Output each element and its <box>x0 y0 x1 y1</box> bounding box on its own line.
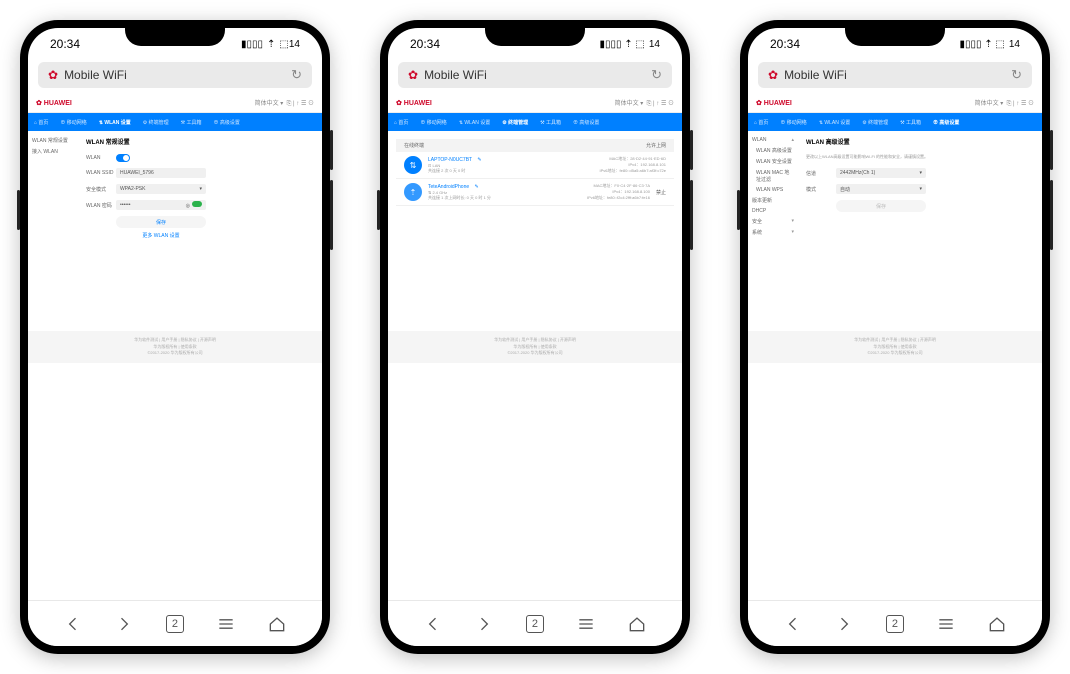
phone-1: 20:34 ▮▯▯▯ ⇡ ⬚14 ✿ Mobile WiFi ↻ ✿ HUAWE… <box>20 20 330 654</box>
channel-select[interactable]: 2442MHz(Ch 1)▾ <box>836 168 926 178</box>
sidebar-system[interactable]: 系统▾ <box>752 229 794 236</box>
nav-devices[interactable]: ⚙ 终端管理 <box>496 119 534 126</box>
device-name[interactable]: TeteAndroidPhone <box>428 184 469 190</box>
nav-home[interactable]: ⌂ 首页 <box>748 119 774 126</box>
edit-icon[interactable]: ✎ <box>475 184 479 190</box>
nav-tools[interactable]: ⚒ 工具箱 <box>894 119 927 126</box>
security-label: 安全模式 <box>86 186 116 193</box>
nav-stats[interactable]: ⊕ 移动网络 <box>774 119 812 126</box>
app-header: ✿ HUAWEI 简体中文 ▾ ⎘ | ↑ ☰ ⊙ <box>28 94 322 113</box>
usb-icon: ⇅ <box>404 156 422 174</box>
nav-wlan[interactable]: ⇅ WLAN 设置 <box>93 119 137 126</box>
phone-2: 20:34 ▮▯▯▯ ⇡ ⬚14 ✿ Mobile WiFi ↻ ✿ HUAWE… <box>380 20 690 654</box>
device-name[interactable]: LAPTOP-N0UC7BT <box>428 157 472 163</box>
home-icon[interactable] <box>626 613 648 635</box>
ssid-label: WLAN SSID <box>86 170 116 176</box>
panel-title: WLAN 常规设置 <box>86 137 314 146</box>
sidebar-security[interactable]: 安全▾ <box>752 218 794 225</box>
url-bar[interactable]: ✿ Mobile WiFi ↻ <box>758 62 1032 88</box>
nav-home[interactable]: ⌂ 首页 <box>28 119 54 126</box>
nav-stats[interactable]: ⊕ 移动网络 <box>414 119 452 126</box>
save-button[interactable]: 保存 <box>836 200 926 212</box>
forward-icon[interactable] <box>833 613 855 635</box>
signal-icon: ▮▯▯▯ <box>241 39 263 50</box>
time: 20:34 <box>410 37 440 51</box>
device-row-2: ⇡ TeteAndroidPhone ✎ ⇅ 2.4 GHz 共连接 1 次上网… <box>396 179 674 206</box>
edit-icon[interactable]: ✎ <box>477 157 481 163</box>
sidebar-wlan-mac[interactable]: WLAN MAC 地址过滤 <box>752 169 794 183</box>
header-tools[interactable]: 简体中文 ▾ ⎘ | ↑ ☰ ⊙ <box>255 98 314 108</box>
sidebar-item-wlan-basic[interactable]: WLAN 常规设置 <box>32 137 74 144</box>
nav-tools[interactable]: ⚒ 工具箱 <box>175 119 208 126</box>
reload-icon[interactable]: ↻ <box>651 67 662 83</box>
huawei-logo-icon: ✿ <box>48 68 58 82</box>
back-icon[interactable] <box>62 613 84 635</box>
ssid-input[interactable]: HUAWEI_5796 <box>116 168 206 178</box>
device-table-header: 在线终端允许上网 <box>396 139 674 152</box>
sidebar-update[interactable]: 版本更新 <box>752 197 794 204</box>
save-button[interactable]: 保存 <box>116 216 206 228</box>
nav-home[interactable]: ⌂ 首页 <box>388 119 414 126</box>
sidebar-wlan-sec[interactable]: WLAN 安全设置 <box>752 158 794 165</box>
back-icon[interactable] <box>782 613 804 635</box>
page-title: Mobile WiFi <box>64 68 127 82</box>
strength-badge <box>192 201 202 207</box>
wifi-icon: ⇡ <box>404 183 422 201</box>
menu-icon[interactable] <box>575 613 597 635</box>
nav-advanced[interactable]: ⊕ 高级设置 <box>208 119 246 126</box>
block-button[interactable]: 禁止 <box>656 189 666 196</box>
tabs-button[interactable]: 2 <box>524 613 546 635</box>
nav-devices[interactable]: ⚙ 终端管理 <box>856 119 894 126</box>
tabs-button[interactable]: 2 <box>884 613 906 635</box>
nav-devices[interactable]: ⚙ 终端管理 <box>137 119 175 126</box>
reload-icon[interactable]: ↻ <box>291 67 302 83</box>
sidebar-dhcp[interactable]: DHCP <box>752 208 794 214</box>
forward-icon[interactable] <box>113 613 135 635</box>
more-wlan-link[interactable]: 更多 WLAN 设置 <box>116 232 206 239</box>
brand: ✿ HUAWEI <box>36 99 72 107</box>
home-icon[interactable] <box>266 613 288 635</box>
panel-desc: 更改以上WLAN高级设置可能影响Wi-Fi 的性能和安全，请谨慎设置。 <box>806 154 1034 160</box>
sidebar: WLAN 常规设置 接入 WLAN <box>28 131 78 245</box>
eye-icon[interactable]: ◎ <box>186 203 190 209</box>
home-icon[interactable] <box>986 613 1008 635</box>
reload-icon[interactable]: ↻ <box>1011 67 1022 83</box>
nav-tools[interactable]: ⚒ 工具箱 <box>534 119 567 126</box>
channel-label: 信道 <box>806 170 836 177</box>
password-input[interactable]: •••••• ◎ <box>116 200 206 210</box>
nav-advanced[interactable]: ⊕ 高级设置 <box>567 119 605 126</box>
mode-label: 模式 <box>806 186 836 193</box>
password-label: WLAN 密码 <box>86 202 116 209</box>
nav-wlan[interactable]: ⇅ WLAN 设置 <box>813 119 856 126</box>
tabs-button[interactable]: 2 <box>164 613 186 635</box>
sidebar-wlan[interactable]: WLAN▴ <box>752 137 794 143</box>
nav-advanced[interactable]: ⊕ 高级设置 <box>927 119 965 126</box>
nav-wlan[interactable]: ⇅ WLAN 设置 <box>453 119 496 126</box>
wlan-label: WLAN <box>86 155 116 161</box>
url-bar[interactable]: ✿ Mobile WiFi ↻ <box>38 62 312 88</box>
sidebar-item-wlan-access[interactable]: 接入 WLAN <box>32 148 74 155</box>
status-icons: ▮▯▯▯ ⇡ ⬚14 <box>241 39 300 50</box>
menu-icon[interactable] <box>215 613 237 635</box>
browser-nav: 2 <box>28 600 322 646</box>
forward-icon[interactable] <box>473 613 495 635</box>
wifi-icon: ⇡ <box>267 39 275 50</box>
footer: 华为软件测试 | 用户手册 | 隐私协议 | 开源声明 华为版权所有 | 使用条… <box>28 331 322 362</box>
time: 20:34 <box>50 37 80 51</box>
sidebar-wlan-wps[interactable]: WLAN WPS <box>752 187 794 193</box>
main-nav: ⌂ 首页 ⊕ 移动网络 ⇅ WLAN 设置 ⚙ 终端管理 ⚒ 工具箱 ⊕ 高级设… <box>28 113 322 131</box>
menu-icon[interactable] <box>935 613 957 635</box>
wlan-toggle[interactable] <box>116 154 130 162</box>
sidebar-wlan-adv[interactable]: WLAN 高级设置 <box>752 147 794 154</box>
mode-select[interactable]: 自动▾ <box>836 184 926 194</box>
security-select[interactable]: WPA2-PSK▾ <box>116 184 206 194</box>
url-bar[interactable]: ✿ Mobile WiFi ↻ <box>398 62 672 88</box>
nav-stats[interactable]: ⊕ 移动网络 <box>54 119 92 126</box>
phone-3: 20:34 ▮▯▯▯ ⇡ ⬚14 ✿ Mobile WiFi ↻ ✿ HUAWE… <box>740 20 1050 654</box>
battery-icon: ⬚14 <box>279 39 300 50</box>
back-icon[interactable] <box>422 613 444 635</box>
device-row-1: ⇅ LAPTOP-N0UC7BT ✎ ⊡ LAN 共连接 2 次 0 天 0 时… <box>396 152 674 179</box>
